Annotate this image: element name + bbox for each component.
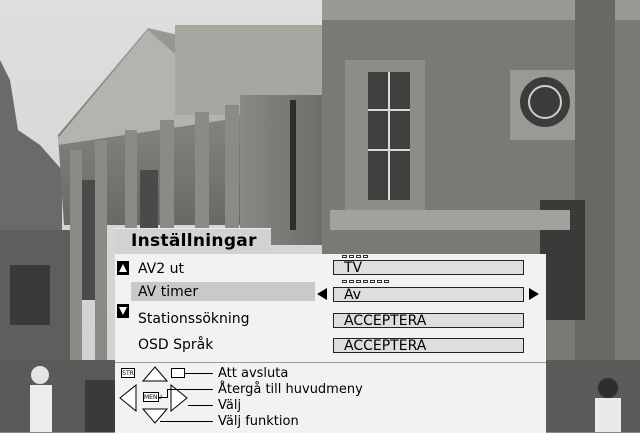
menu-leader-vertical	[167, 389, 168, 398]
help-back: Återgå till huvudmeny	[218, 382, 363, 397]
value-av2-out[interactable]: TV	[333, 260, 524, 276]
value-station-search[interactable]: ACCEPTERA	[333, 313, 524, 329]
nav-left-icon	[119, 384, 137, 412]
row-label-av-timer[interactable]: AV timer	[138, 283, 198, 301]
value-av-timer[interactable]: Av	[333, 287, 524, 303]
menu-leader-line	[159, 397, 167, 398]
select-leader-line	[188, 405, 213, 406]
value-osd-language[interactable]: ACCEPTERA	[333, 338, 524, 354]
menu-key-icon: MENU	[143, 392, 162, 402]
exit-leader-line	[185, 373, 213, 374]
nav-up-icon	[142, 366, 168, 382]
value-left-arrow-icon[interactable]	[317, 288, 327, 300]
row-label-av2-out[interactable]: AV2 ut	[138, 260, 184, 278]
help-function: Välj funktion	[218, 414, 299, 429]
menu-title: Inställningar	[131, 231, 257, 251]
back-leader-line	[167, 389, 213, 390]
help-exit: Att avsluta	[218, 366, 289, 381]
value-dots-av2-out	[342, 255, 368, 259]
scroll-down-icon[interactable]	[117, 304, 129, 318]
value-right-arrow-icon[interactable]	[529, 288, 539, 300]
scroll-up-icon[interactable]	[117, 261, 129, 275]
function-leader-line	[160, 421, 213, 422]
value-dots-av-timer	[342, 280, 389, 284]
help-select: Välj	[218, 398, 242, 413]
row-label-osd-language[interactable]: OSD Språk	[138, 336, 213, 354]
exit-key-icon	[171, 368, 185, 378]
str-key-icon: STR	[121, 368, 135, 378]
row-label-station-search[interactable]: Stationssökning	[138, 310, 250, 328]
